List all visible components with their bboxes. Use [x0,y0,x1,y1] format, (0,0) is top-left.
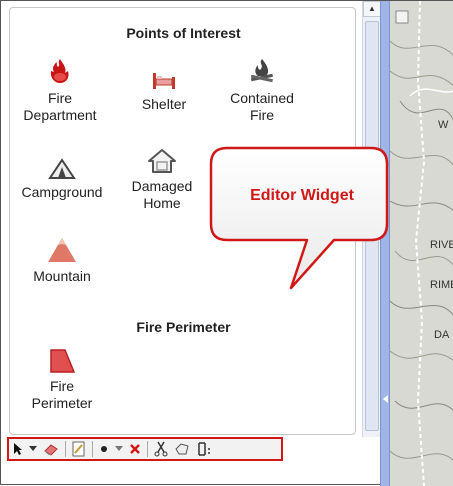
merge-icon[interactable] [196,440,212,458]
shelter-icon [153,73,175,89]
cut-icon[interactable] [154,440,168,458]
app-frame: Points of Interest Fire Department Shelt… [0,0,453,486]
dropdown-icon[interactable] [29,440,37,458]
template-fire-perimeter[interactable]: Fire Perimeter [12,348,112,412]
dropdown-icon[interactable] [115,440,123,458]
template-mountain[interactable]: Mountain [12,236,112,285]
fire-perimeter-title: Fire Perimeter [136,319,231,335]
template-label-line2: Department [23,107,97,123]
template-shelter[interactable]: Shelter [114,68,214,113]
template-label-line1: Fire [47,90,73,106]
contained-fire-icon [250,59,273,83]
eraser-icon[interactable] [43,440,59,458]
template-label-line2: Home [143,195,181,211]
template-label-line1: Damaged [131,178,193,194]
select-arrow-icon[interactable] [13,440,23,458]
edit-attributes-icon[interactable] [72,440,86,458]
template-label-line1: Fire [49,378,75,394]
toolbar-separator [147,441,148,457]
campground-icon [48,158,76,179]
editor-toolbar [7,437,283,461]
template-label-line2: Perimeter [31,395,93,411]
map-view[interactable]: W RIVE RIME DA [390,1,453,486]
template-label-line1: Shelter [141,96,187,112]
toolbar-separator [65,441,66,457]
callout-bubble [209,146,389,290]
scroll-up-arrow-icon[interactable]: ▲ [363,1,381,17]
map-label: W [438,119,449,131]
map-label: RIVE [430,239,453,251]
toolbar-separator [92,441,93,457]
template-label-line1: Campground [21,184,103,200]
damaged-home-icon [148,149,176,173]
template-campground[interactable]: Campground [12,158,112,201]
reshape-icon[interactable] [174,440,190,458]
map-label: RIME [430,279,453,291]
template-label-line1: Mountain [33,268,91,284]
template-fire-department[interactable]: Fire Department [10,56,110,124]
point-icon[interactable] [99,440,109,458]
fire-perimeter-icon [50,349,76,373]
map-label: DA [434,329,450,341]
callout-text: Editor Widget [250,187,354,204]
mountain-icon [48,238,76,262]
delete-icon[interactable] [129,440,141,458]
template-damaged-home[interactable]: Damaged Home [112,148,212,212]
template-label-line2: Fire [249,107,275,123]
points-of-interest-title: Points of Interest [126,25,241,41]
template-label-line1: Contained [230,90,294,106]
template-contained-fire[interactable]: Contained Fire [212,56,312,124]
fire-department-icon [50,59,69,83]
